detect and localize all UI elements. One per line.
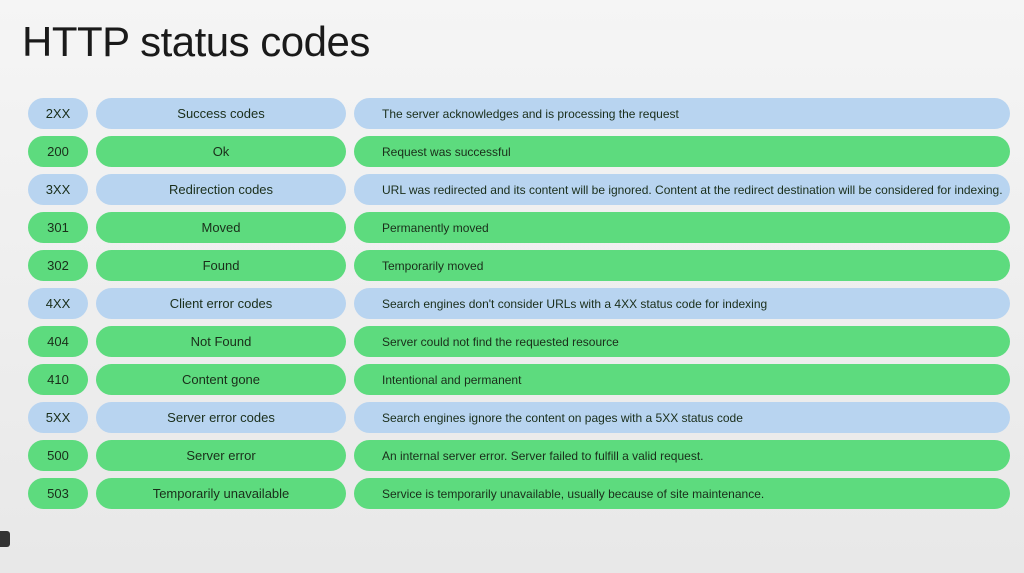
status-description: Temporarily moved [354,250,1010,281]
table-row: 4XX Client error codes Search engines don'… [28,288,1010,319]
status-code: 410 [28,364,88,395]
table-row: 500 Server error An internal server error.… [28,440,1010,471]
status-code: 404 [28,326,88,357]
table-row: 5XX Server error codes Search engines igno… [28,402,1010,433]
status-description: Request was successful [354,136,1010,167]
status-name: Redirection codes [96,174,346,205]
page-title: HTTP status codes [0,0,1024,66]
status-description: Intentional and permanent [354,364,1010,395]
table-row: 2XX Success codes The server acknowledges … [28,98,1010,129]
table-row: 200 Ok Request was successful [28,136,1010,167]
status-code: 301 [28,212,88,243]
status-description: Search engines ignore the content on pag… [354,402,1010,433]
status-code: 4XX [28,288,88,319]
table-row: 302 Found Temporarily moved [28,250,1010,281]
status-description: The server acknowledges and is processin… [354,98,1010,129]
status-name: Server error [96,440,346,471]
table-row: 301 Moved Permanently moved [28,212,1010,243]
table-row: 503 Temporarily unavailable Service is tem… [28,478,1010,509]
status-code: 2XX [28,98,88,129]
status-description: Service is temporarily unavailable, usua… [354,478,1010,509]
status-code: 302 [28,250,88,281]
status-name: Client error codes [96,288,346,319]
status-codes-table: 2XX Success codes The server acknowledges … [0,66,1024,509]
status-code: 5XX [28,402,88,433]
status-code: 3XX [28,174,88,205]
status-description: Server could not find the requested reso… [354,326,1010,357]
status-name: Found [96,250,346,281]
status-name: Server error codes [96,402,346,433]
status-name: Content gone [96,364,346,395]
status-code: 200 [28,136,88,167]
status-name: Ok [96,136,346,167]
status-description: URL was redirected and its content will … [354,174,1010,205]
status-description: Permanently moved [354,212,1010,243]
table-row: 404 Not Found Server could not find the re… [28,326,1010,357]
status-name: Temporarily unavailable [96,478,346,509]
status-name: Moved [96,212,346,243]
status-name: Success codes [96,98,346,129]
status-name: Not Found [96,326,346,357]
status-code: 500 [28,440,88,471]
table-row: 410 Content gone Intentional and permanent [28,364,1010,395]
status-code: 503 [28,478,88,509]
status-description: Search engines don't consider URLs with … [354,288,1010,319]
table-row: 3XX Redirection codes URL was redirected a… [28,174,1010,205]
corner-badge [0,531,10,547]
status-description: An internal server error. Server failed … [354,440,1010,471]
